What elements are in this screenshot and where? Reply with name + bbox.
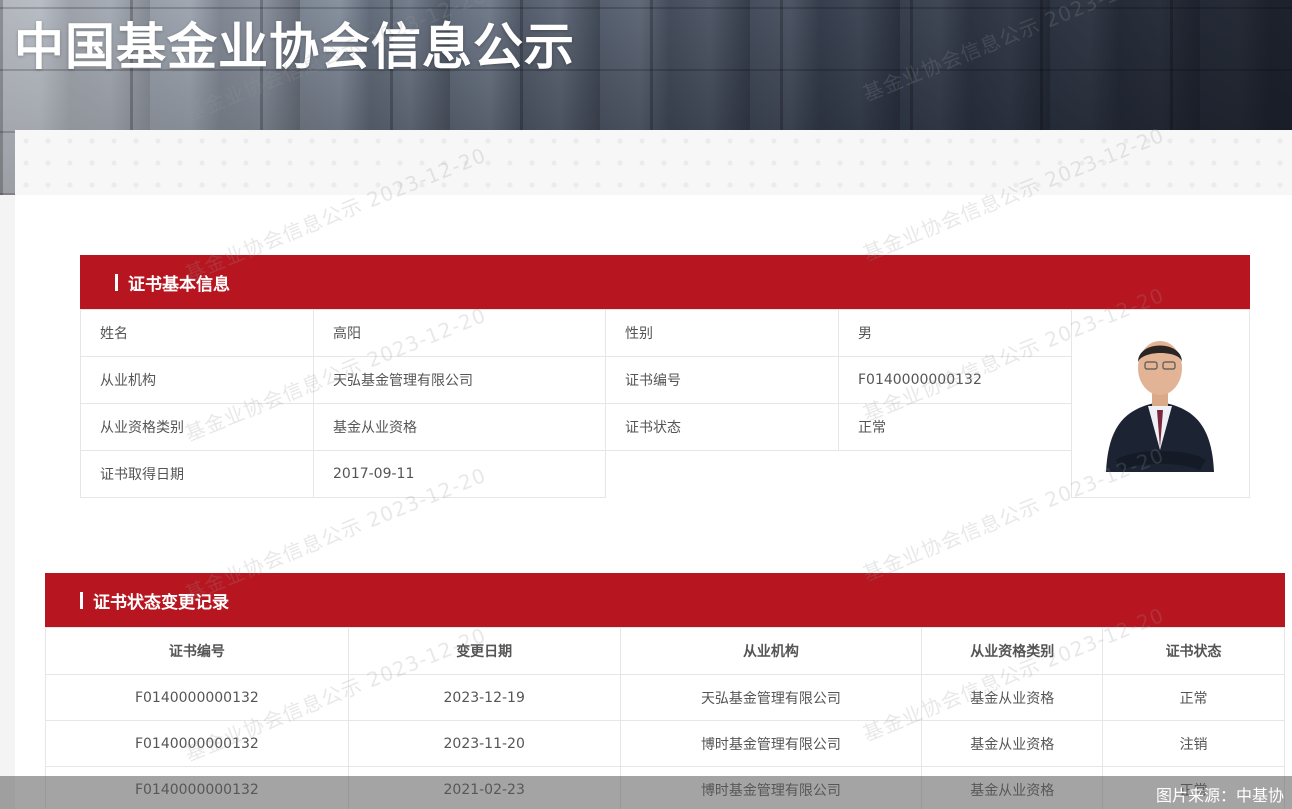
cert-no-value: F0140000000132 <box>838 356 1072 404</box>
qualification-label: 从业资格类别 <box>80 403 314 451</box>
basic-info-table: 姓名 高阳 性别 男 从业机构 天弘基金管理有限公司 证书编号 F0140000… <box>80 309 1072 498</box>
info-row: 从业机构 天弘基金管理有限公司 证书编号 F0140000000132 <box>80 356 1072 404</box>
cell-status: 正常 <box>1102 674 1285 721</box>
column-header-change-date: 变更日期 <box>347 627 621 675</box>
name-label: 姓名 <box>80 309 314 357</box>
table-header-row: 证书编号 变更日期 从业机构 从业资格类别 证书状态 <box>45 627 1285 675</box>
section-title-records: 证书状态变更记录 <box>93 592 229 613</box>
column-header-status: 证书状态 <box>1102 627 1285 675</box>
date-label: 证书取得日期 <box>80 450 314 498</box>
cell-cert-no: F0140000000132 <box>45 674 349 721</box>
name-value: 高阳 <box>313 309 606 357</box>
column-header-qualification: 从业资格类别 <box>921 627 1104 675</box>
status-value: 正常 <box>838 403 1072 451</box>
info-row: 证书取得日期 2017-09-11 <box>80 450 1072 498</box>
section-title-basic-info: 证书基本信息 <box>128 274 230 295</box>
cell-change-date: 2023-11-20 <box>347 720 621 767</box>
section-marker-bar <box>115 273 118 291</box>
cert-no-label: 证书编号 <box>605 356 839 404</box>
gender-value: 男 <box>838 309 1072 357</box>
image-caption-bar: 图片来源：中基协 <box>0 776 1292 809</box>
org-value: 天弘基金管理有限公司 <box>313 356 606 404</box>
section-header-records: 证书状态变更记录 <box>45 573 1285 627</box>
gender-label: 性别 <box>605 309 839 357</box>
qualification-value: 基金从业资格 <box>313 403 606 451</box>
info-row: 从业资格类别 基金从业资格 证书状态 正常 <box>80 403 1072 451</box>
image-source-caption: 图片来源：中基协 <box>1155 786 1284 805</box>
column-header-cert-no: 证书编号 <box>45 627 349 675</box>
certificate-photo <box>1071 309 1250 498</box>
cell-change-date: 2023-12-19 <box>347 674 621 721</box>
date-value: 2017-09-11 <box>313 450 606 498</box>
info-row: 姓名 高阳 性别 男 <box>80 309 1072 357</box>
table-row: F0140000000132 2023-12-19 天弘基金管理有限公司 基金从… <box>45 674 1285 721</box>
cell-qualification: 基金从业资格 <box>921 720 1104 767</box>
card-pattern-strip <box>15 130 1292 195</box>
empty-cell <box>838 450 1072 498</box>
cell-cert-no: F0140000000132 <box>45 720 349 767</box>
person-photo-icon <box>1072 310 1249 497</box>
column-header-org: 从业机构 <box>619 627 923 675</box>
org-label: 从业机构 <box>80 356 314 404</box>
status-label: 证书状态 <box>605 403 839 451</box>
page-gutter <box>0 195 15 809</box>
section-marker-bar <box>80 591 83 609</box>
section-header-basic-info: 证书基本信息 <box>80 255 1250 309</box>
cell-qualification: 基金从业资格 <box>921 674 1104 721</box>
empty-cell <box>605 450 839 498</box>
cell-org: 博时基金管理有限公司 <box>619 720 923 767</box>
table-row: F0140000000132 2023-11-20 博时基金管理有限公司 基金从… <box>45 720 1285 767</box>
cell-status: 注销 <box>1102 720 1285 767</box>
page-title: 中国基金业协会信息公示 <box>14 18 575 76</box>
cell-org: 天弘基金管理有限公司 <box>619 674 923 721</box>
